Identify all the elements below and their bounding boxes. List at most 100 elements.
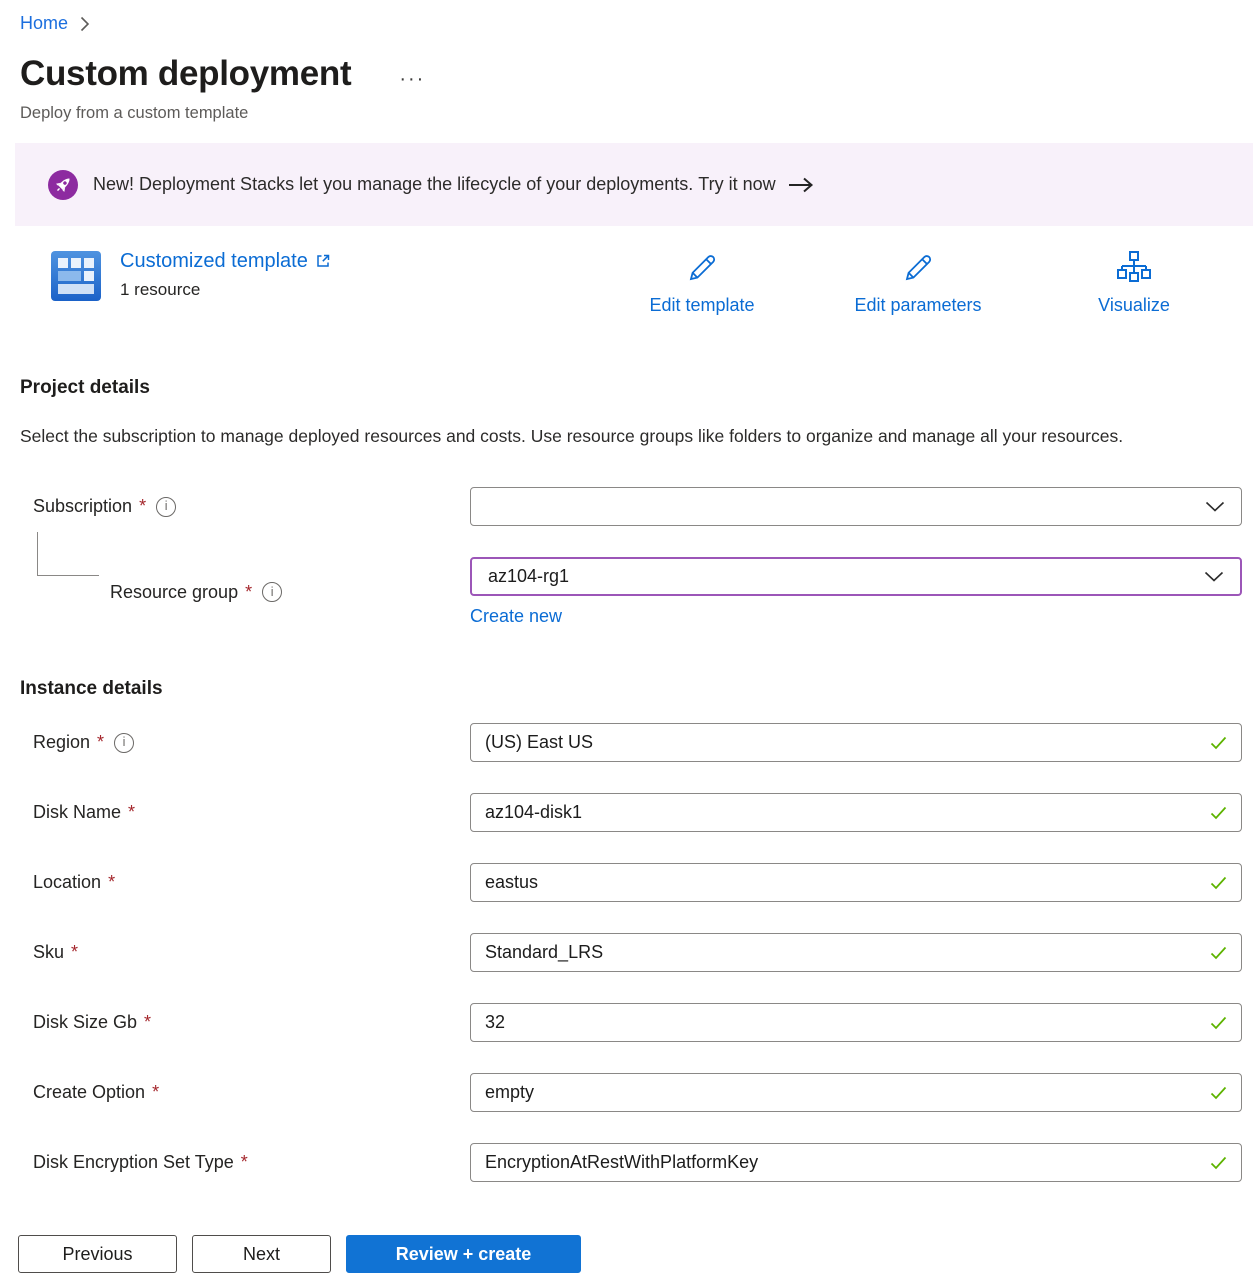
edit-template-button[interactable]: Edit template — [594, 250, 810, 316]
banner-try-it-now-link[interactable]: Try it now — [698, 174, 813, 195]
template-icon — [50, 250, 102, 302]
info-icon[interactable]: i — [156, 497, 176, 517]
sku-label: Sku * — [33, 942, 470, 963]
breadcrumb-home-link[interactable]: Home — [20, 13, 68, 34]
project-description: Select the subscription to manage deploy… — [0, 421, 1175, 452]
subscription-row: Subscription * i — [0, 487, 1253, 526]
disk-size-row: Disk Size Gb * — [0, 1003, 1253, 1042]
required-asterisk: * — [144, 1012, 151, 1033]
resource-group-label-text: Resource group — [110, 582, 238, 603]
create-option-label-text: Create Option — [33, 1082, 145, 1103]
info-icon[interactable]: i — [262, 582, 282, 602]
rocket-icon — [48, 170, 78, 200]
pencil-icon — [684, 250, 720, 286]
disk-size-input[interactable] — [485, 1012, 1200, 1033]
required-asterisk: * — [241, 1152, 248, 1173]
section-heading-project-details: Project details — [0, 376, 1253, 399]
disk-name-label: Disk Name * — [33, 802, 470, 823]
wizard-footer: Previous Next Review + create — [0, 1210, 1253, 1280]
location-field — [470, 863, 1242, 902]
resource-group-value: az104-rg1 — [488, 566, 569, 587]
disk-encryption-set-type-label-text: Disk Encryption Set Type — [33, 1152, 234, 1173]
disk-encryption-set-type-row: Disk Encryption Set Type * — [0, 1143, 1253, 1182]
customized-template-label: Customized template — [120, 250, 308, 273]
location-row: Location * — [0, 863, 1253, 902]
chevron-down-icon — [1204, 571, 1224, 582]
create-new-link[interactable]: Create new — [470, 606, 562, 627]
disk-name-field — [470, 793, 1242, 832]
region-input[interactable] — [485, 732, 1200, 753]
create-option-input[interactable] — [485, 1082, 1200, 1103]
org-chart-icon — [1116, 250, 1152, 286]
disk-size-label: Disk Size Gb * — [33, 1012, 470, 1033]
region-label-text: Region — [33, 732, 90, 753]
chevron-right-icon — [80, 16, 90, 32]
disk-name-input[interactable] — [485, 802, 1200, 823]
disk-name-label-text: Disk Name — [33, 802, 121, 823]
external-link-icon — [315, 253, 331, 269]
review-create-button[interactable]: Review + create — [346, 1235, 581, 1273]
location-input[interactable] — [485, 872, 1200, 893]
resource-group-dropdown[interactable]: az104-rg1 — [470, 557, 1242, 596]
more-menu-icon[interactable]: ··· — [399, 58, 425, 91]
info-icon[interactable]: i — [114, 733, 134, 753]
required-asterisk: * — [152, 1082, 159, 1103]
disk-encryption-set-type-input[interactable] — [485, 1152, 1200, 1173]
breadcrumb: Home — [0, 0, 1253, 36]
edit-template-label: Edit template — [649, 295, 754, 316]
resource-count: 1 resource — [120, 280, 331, 300]
disk-size-field — [470, 1003, 1242, 1042]
create-option-label: Create Option * — [33, 1082, 470, 1103]
location-label-text: Location — [33, 872, 101, 893]
disk-size-label-text: Disk Size Gb — [33, 1012, 137, 1033]
required-asterisk: * — [97, 732, 104, 753]
previous-button[interactable]: Previous — [18, 1235, 177, 1273]
valid-check-icon — [1210, 1156, 1227, 1170]
section-heading-instance-details: Instance details — [0, 677, 1253, 700]
banner-link-label: Try it now — [698, 174, 775, 195]
visualize-button[interactable]: Visualize — [1026, 250, 1242, 316]
required-asterisk: * — [139, 496, 146, 517]
subscription-dropdown[interactable] — [470, 487, 1242, 526]
valid-check-icon — [1210, 1016, 1227, 1030]
disk-name-row: Disk Name * — [0, 793, 1253, 832]
connector-line — [37, 532, 99, 576]
valid-check-icon — [1210, 806, 1227, 820]
sku-input[interactable] — [485, 942, 1200, 963]
announcement-banner: New! Deployment Stacks let you manage th… — [15, 143, 1253, 226]
disk-encryption-set-type-field — [470, 1143, 1242, 1182]
disk-encryption-set-type-label: Disk Encryption Set Type * — [33, 1152, 470, 1173]
chevron-down-icon — [1205, 501, 1225, 512]
required-asterisk: * — [108, 872, 115, 893]
sku-label-text: Sku — [33, 942, 64, 963]
subscription-label: Subscription * i — [33, 496, 470, 517]
valid-check-icon — [1210, 736, 1227, 750]
banner-message: New! Deployment Stacks let you manage th… — [93, 174, 693, 195]
region-field — [470, 723, 1242, 762]
edit-parameters-button[interactable]: Edit parameters — [810, 250, 1026, 316]
region-row: Region * i — [0, 723, 1253, 762]
customized-template-link[interactable]: Customized template — [120, 250, 331, 273]
visualize-label: Visualize — [1098, 295, 1170, 316]
required-asterisk: * — [245, 582, 252, 603]
subscription-label-text: Subscription — [33, 496, 132, 517]
sku-field — [470, 933, 1242, 972]
resource-group-label: Resource group * i — [33, 582, 470, 603]
required-asterisk: * — [128, 802, 135, 823]
region-label: Region * i — [33, 732, 470, 753]
create-option-field — [470, 1073, 1242, 1112]
required-asterisk: * — [71, 942, 78, 963]
create-option-row: Create Option * — [0, 1073, 1253, 1112]
page-title: Custom deployment — [20, 50, 351, 98]
valid-check-icon — [1210, 876, 1227, 890]
resource-group-row: Resource group * i az104-rg1 Create new — [0, 557, 1253, 627]
pencil-icon — [900, 250, 936, 286]
edit-parameters-label: Edit parameters — [854, 295, 981, 316]
page-subtitle: Deploy from a custom template — [0, 104, 1253, 123]
valid-check-icon — [1210, 1086, 1227, 1100]
next-button[interactable]: Next — [192, 1235, 331, 1273]
location-label: Location * — [33, 872, 470, 893]
valid-check-icon — [1210, 946, 1227, 960]
arrow-right-icon — [788, 177, 814, 193]
sku-row: Sku * — [0, 933, 1253, 972]
